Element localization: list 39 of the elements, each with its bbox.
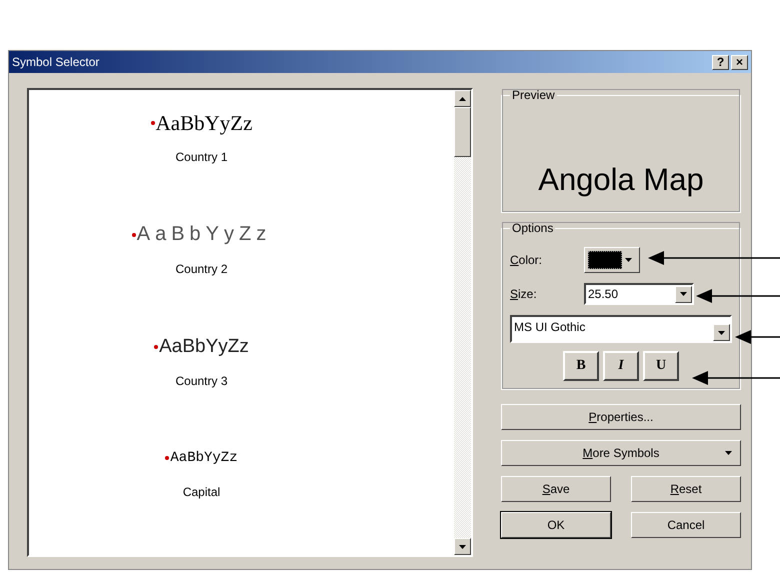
annotation-arrow	[735, 330, 780, 344]
group-title: Options	[511, 221, 554, 235]
symbol-label: Country 1	[175, 150, 228, 164]
underline-button[interactable]: U	[643, 351, 679, 381]
symbol-label: Capital	[182, 485, 220, 500]
dialog-button[interactable]: Save	[501, 476, 611, 502]
down-arrow-icon	[459, 544, 466, 548]
scrollbar[interactable]	[454, 90, 471, 555]
symbol-label: Country 3	[175, 374, 228, 388]
color-label: Color:	[510, 253, 544, 267]
symbol-sample[interactable]: AaBbYyZz	[150, 108, 252, 138]
help-button[interactable]: ?	[712, 54, 729, 70]
scroll-down-button[interactable]	[454, 538, 471, 555]
dialog-button[interactable]: More Symbols	[501, 440, 741, 466]
font-dropdown[interactable]: MS UI Gothic	[510, 315, 732, 343]
dialog-button[interactable]: Properties...	[501, 404, 741, 430]
close-button[interactable]: ×	[731, 54, 748, 70]
dropdown-arrow-icon	[718, 330, 725, 334]
symbol-sample[interactable]: AaBbYyZz	[132, 220, 272, 250]
group-title: Preview	[511, 88, 556, 102]
scroll-up-button[interactable]	[454, 90, 471, 107]
symbol-label: Country 2	[175, 262, 228, 276]
color-picker[interactable]	[584, 247, 640, 273]
scroll-thumb[interactable]	[454, 107, 471, 157]
dialog-button[interactable]: OK	[501, 512, 611, 538]
preview-text: Angola Map	[537, 161, 705, 199]
italic-button[interactable]: I	[603, 351, 639, 381]
up-arrow-icon	[459, 96, 466, 100]
dropdown-arrow-icon	[625, 258, 632, 262]
dialog-button[interactable]: Cancel	[631, 512, 741, 538]
dropdown-arrow-icon	[680, 292, 687, 296]
dropdown-arrow-icon	[725, 451, 732, 455]
symbol-sample[interactable]: AaBbYyZz	[165, 443, 238, 474]
dialog-button[interactable]: Reset	[631, 476, 741, 502]
size-dropdown[interactable]: 25.50	[584, 283, 694, 305]
bold-button[interactable]: B	[563, 351, 599, 381]
window-title: Symbol Selector	[12, 55, 100, 69]
size-label: Size:	[510, 287, 538, 301]
symbol-sample[interactable]: AaBbYyZz	[154, 332, 249, 362]
